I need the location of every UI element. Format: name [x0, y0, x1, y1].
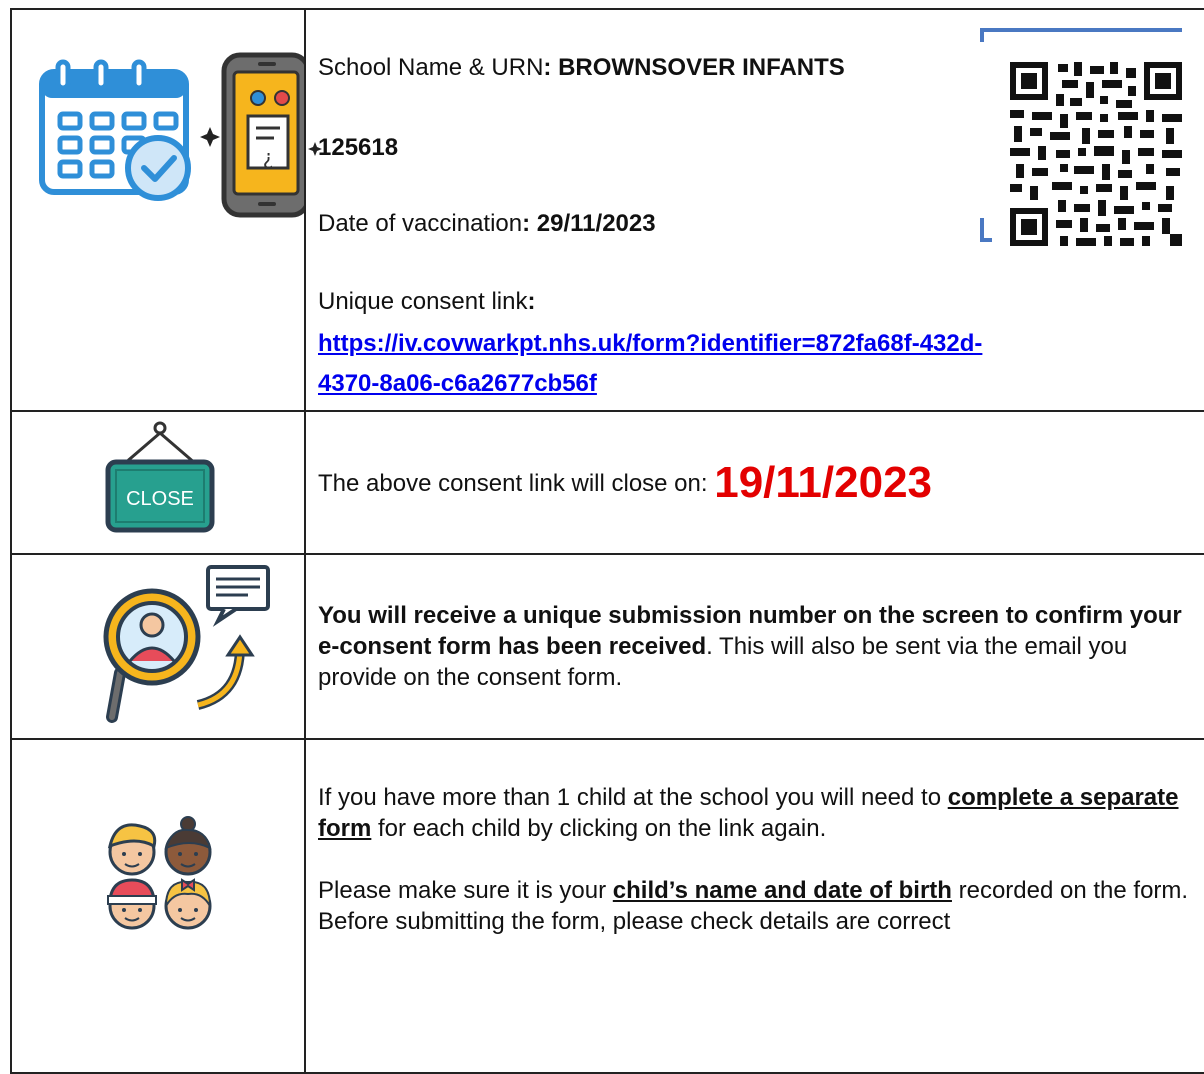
school-info-cell: School Name & URN: BROWNSOVER INFANTS 12… — [304, 8, 1204, 412]
row-school-info: ¿ School Name & URN: BROWNSOVER INFANTS … — [10, 8, 1204, 412]
smartphone-form-icon: ¿ — [221, 52, 311, 218]
search-user-icon — [103, 565, 270, 723]
submission-cell: You will receive a unique submission num… — [304, 553, 1204, 740]
consent-label: Unique consent link — [318, 288, 528, 315]
children-para-2: Please make sure it is your child’s name… — [318, 875, 1194, 937]
vaccination-line: Date of vaccination: 29/11/2023 — [318, 208, 656, 239]
consent-label-line: Unique consent link: — [318, 286, 535, 317]
children-p1-a: If you have more than 1 child at the sch… — [318, 784, 948, 811]
row-close-date: CLOSE The above consent link will close … — [10, 410, 1204, 555]
children-p1-b: for each child by clicking on the link a… — [371, 815, 827, 842]
vaccination-sep: : — [522, 210, 537, 237]
children-p2-a: Please make sure it is your — [318, 877, 613, 904]
icon-cell-children — [10, 738, 306, 1074]
info-table: ¿ School Name & URN: BROWNSOVER INFANTS … — [10, 8, 1204, 1074]
qr-code-icon — [980, 28, 1182, 246]
school-label: School Name & URN — [318, 54, 544, 81]
children-cell: If you have more than 1 child at the sch… — [304, 738, 1204, 1074]
calendar-phone-icons: ¿ — [39, 52, 311, 218]
sparkle-icon — [308, 142, 322, 156]
school-line: School Name & URN: BROWNSOVER INFANTS — [318, 52, 845, 83]
icon-cell-close: CLOSE — [10, 410, 306, 555]
children-para-1: If you have more than 1 child at the sch… — [318, 782, 1194, 844]
svg-text:¿: ¿ — [263, 145, 274, 169]
calendar-check-icon — [39, 59, 191, 201]
icon-cell-calendar: ¿ — [10, 8, 311, 412]
children-p2-u: child’s name and date of birth — [612, 877, 952, 904]
close-date: 19/11/2023 — [714, 457, 933, 507]
consent-sep: : — [527, 288, 536, 315]
sparkle-icon — [200, 127, 220, 147]
icon-cell-search — [10, 553, 306, 740]
document-page: ¿ School Name & URN: BROWNSOVER INFANTS … — [0, 0, 1204, 1074]
urn-line: 125618 — [318, 132, 398, 163]
consent-link-1[interactable]: https://iv.covwarkpt.nhs.uk/form?identif… — [318, 330, 982, 357]
school-name: BROWNSOVER INFANTS — [558, 54, 845, 81]
children-icon — [107, 816, 212, 930]
consent-url-line-2: 4370-8a06-c6a2677cb56f — [318, 368, 597, 399]
close-sign-text: CLOSE — [126, 488, 194, 510]
vaccination-label: Date of vaccination — [318, 210, 523, 237]
school-sep: : — [543, 54, 559, 81]
school-urn: 125618 — [318, 134, 399, 161]
vaccination-date: 29/11/2023 — [536, 210, 656, 237]
close-cell: The above consent link will close on: 19… — [304, 410, 1204, 555]
consent-url-line: https://iv.covwarkpt.nhs.uk/form?identif… — [318, 328, 982, 359]
row-submission: You will receive a unique submission num… — [10, 553, 1204, 740]
consent-link-2[interactable]: 4370-8a06-c6a2677cb56f — [318, 370, 597, 397]
close-text: The above consent link will close on: — [318, 469, 715, 497]
row-children: If you have more than 1 child at the sch… — [10, 738, 1204, 1074]
close-sign-icon: CLOSE — [105, 421, 215, 533]
